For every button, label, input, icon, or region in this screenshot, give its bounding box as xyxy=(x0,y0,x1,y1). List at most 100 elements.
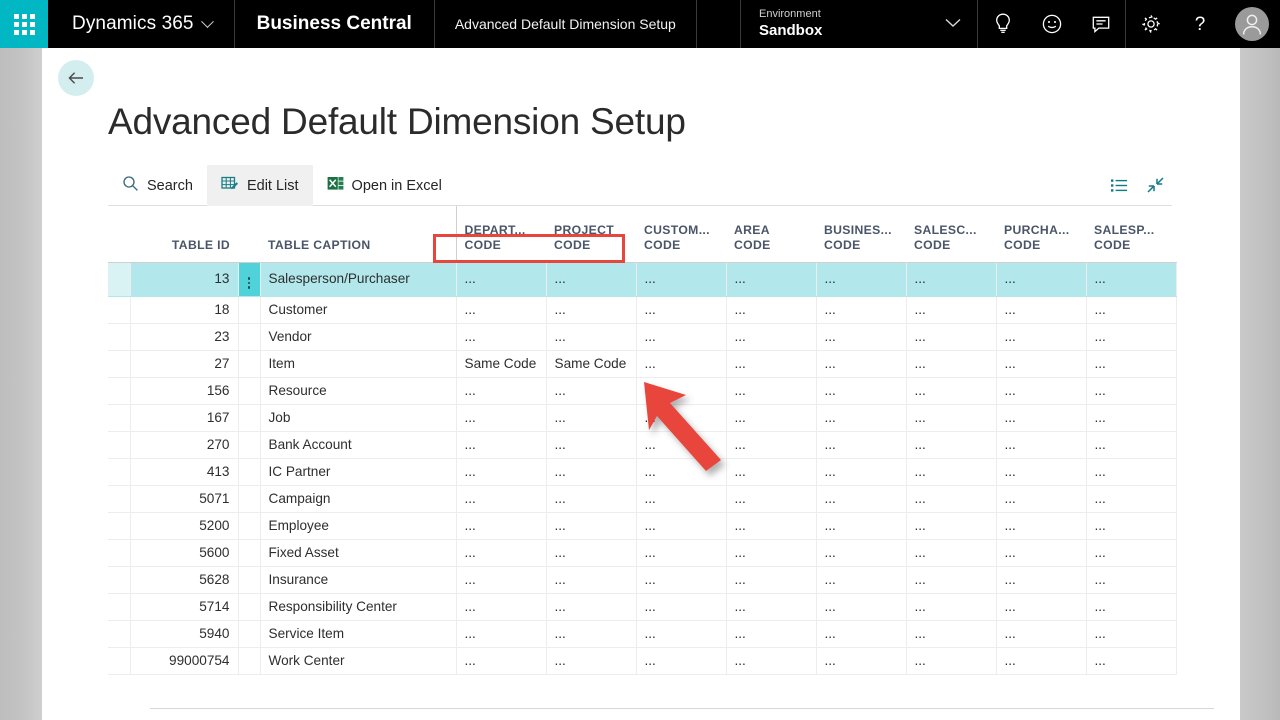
cell-dimension-2[interactable]: ... xyxy=(636,296,726,323)
cell-dimension-3[interactable]: ... xyxy=(726,377,816,404)
cell-dimension-6[interactable]: ... xyxy=(996,350,1086,377)
cell-table-id[interactable]: 5600 xyxy=(130,539,238,566)
table-row[interactable]: 156Resource........................ xyxy=(108,377,1176,404)
cell-dimension-5[interactable]: ... xyxy=(906,323,996,350)
row-menu-cell[interactable] xyxy=(238,296,260,323)
cell-dimension-4[interactable]: ... xyxy=(816,458,906,485)
app-launcher-button[interactable] xyxy=(0,0,48,48)
cell-dimension-7[interactable]: ... xyxy=(1086,296,1176,323)
cell-dimension-0[interactable]: Same Code xyxy=(456,350,546,377)
table-row[interactable]: 270Bank Account........................ xyxy=(108,431,1176,458)
row-select-cell[interactable] xyxy=(108,458,130,485)
cell-dimension-3[interactable]: ... xyxy=(726,485,816,512)
cell-table-id[interactable]: 18 xyxy=(130,296,238,323)
cell-dimension-1[interactable]: ... xyxy=(546,620,636,647)
cell-dimension-2[interactable]: ... xyxy=(636,262,726,296)
row-menu-cell[interactable] xyxy=(238,593,260,620)
cell-dimension-3[interactable]: ... xyxy=(726,620,816,647)
cell-dimension-2[interactable]: ... xyxy=(636,539,726,566)
back-button[interactable] xyxy=(58,60,94,96)
cell-dimension-7[interactable]: ... xyxy=(1086,350,1176,377)
header-table-caption[interactable]: TABLE CAPTION xyxy=(260,206,456,262)
cell-table-caption[interactable]: Vendor xyxy=(260,323,456,350)
row-select-cell[interactable] xyxy=(108,350,130,377)
cell-dimension-3[interactable]: ... xyxy=(726,262,816,296)
cell-dimension-4[interactable]: ... xyxy=(816,262,906,296)
header-businessgroup-code[interactable]: BUSINES... CODE xyxy=(816,206,906,262)
cell-dimension-0[interactable]: ... xyxy=(456,566,546,593)
cell-table-caption[interactable]: IC Partner xyxy=(260,458,456,485)
cell-dimension-3[interactable]: ... xyxy=(726,593,816,620)
edit-list-button[interactable]: Edit List xyxy=(207,165,313,206)
cell-dimension-0[interactable]: ... xyxy=(456,262,546,296)
row-select-cell[interactable] xyxy=(108,593,130,620)
table-row[interactable]: 5940Service Item........................ xyxy=(108,620,1176,647)
cell-dimension-6[interactable]: ... xyxy=(996,647,1086,674)
cell-table-id[interactable]: 5714 xyxy=(130,593,238,620)
cell-dimension-4[interactable]: ... xyxy=(816,350,906,377)
cell-dimension-6[interactable]: ... xyxy=(996,593,1086,620)
cell-dimension-5[interactable]: ... xyxy=(906,593,996,620)
cell-dimension-2[interactable]: ... xyxy=(636,431,726,458)
cell-table-caption[interactable]: Employee xyxy=(260,512,456,539)
row-menu-cell[interactable] xyxy=(238,647,260,674)
cell-dimension-3[interactable]: ... xyxy=(726,323,816,350)
row-select-cell[interactable] xyxy=(108,262,130,296)
table-row[interactable]: 18Customer........................ xyxy=(108,296,1176,323)
cell-dimension-6[interactable]: ... xyxy=(996,431,1086,458)
header-customergroup-code[interactable]: CUSTOM... CODE xyxy=(636,206,726,262)
cell-dimension-4[interactable]: ... xyxy=(816,539,906,566)
cell-dimension-1[interactable]: ... xyxy=(546,593,636,620)
cell-dimension-2[interactable]: ... xyxy=(636,566,726,593)
cell-table-caption[interactable]: Customer xyxy=(260,296,456,323)
cell-dimension-0[interactable]: ... xyxy=(456,296,546,323)
cell-dimension-1[interactable]: ... xyxy=(546,404,636,431)
cell-dimension-2[interactable]: ... xyxy=(636,512,726,539)
cell-table-caption[interactable]: Salesperson/Purchaser xyxy=(260,262,456,296)
cell-dimension-4[interactable]: ... xyxy=(816,647,906,674)
row-select-cell[interactable] xyxy=(108,377,130,404)
row-select-cell[interactable] xyxy=(108,647,130,674)
cell-dimension-6[interactable]: ... xyxy=(996,512,1086,539)
cell-table-caption[interactable]: Work Center xyxy=(260,647,456,674)
cell-dimension-3[interactable]: ... xyxy=(726,458,816,485)
cell-dimension-7[interactable]: ... xyxy=(1086,539,1176,566)
cell-dimension-3[interactable]: ... xyxy=(726,431,816,458)
cell-dimension-0[interactable]: ... xyxy=(456,539,546,566)
cell-dimension-6[interactable]: ... xyxy=(996,539,1086,566)
header-project-code[interactable]: PROJECT CODE xyxy=(546,206,636,262)
cell-table-caption[interactable]: Bank Account xyxy=(260,431,456,458)
row-menu-icon[interactable] xyxy=(248,270,251,296)
cell-dimension-2[interactable]: ... xyxy=(636,593,726,620)
cell-dimension-5[interactable]: ... xyxy=(906,431,996,458)
header-department-code[interactable]: DEPART... CODE xyxy=(456,206,546,262)
cell-dimension-4[interactable]: ... xyxy=(816,323,906,350)
cell-table-caption[interactable]: Responsibility Center xyxy=(260,593,456,620)
row-menu-cell[interactable] xyxy=(238,566,260,593)
table-row[interactable]: 5628Insurance........................ xyxy=(108,566,1176,593)
cell-table-id[interactable]: 23 xyxy=(130,323,238,350)
cell-dimension-7[interactable]: ... xyxy=(1086,566,1176,593)
cell-dimension-1[interactable]: ... xyxy=(546,431,636,458)
cell-dimension-7[interactable]: ... xyxy=(1086,323,1176,350)
cell-dimension-0[interactable]: ... xyxy=(456,458,546,485)
cell-dimension-5[interactable]: ... xyxy=(906,485,996,512)
cell-dimension-2[interactable]: ... xyxy=(636,377,726,404)
cell-dimension-3[interactable]: ... xyxy=(726,296,816,323)
environment-selector[interactable]: Environment Sandbox xyxy=(740,0,978,48)
cell-dimension-6[interactable]: ... xyxy=(996,620,1086,647)
cell-dimension-5[interactable]: ... xyxy=(906,620,996,647)
cell-dimension-0[interactable]: ... xyxy=(456,404,546,431)
cell-table-caption[interactable]: Insurance xyxy=(260,566,456,593)
header-salesperson-code[interactable]: SALESP... CODE xyxy=(1086,206,1176,262)
cell-table-id[interactable]: 167 xyxy=(130,404,238,431)
row-select-cell[interactable] xyxy=(108,539,130,566)
cell-dimension-7[interactable]: ... xyxy=(1086,377,1176,404)
cell-dimension-1[interactable]: ... xyxy=(546,485,636,512)
account-button[interactable] xyxy=(1224,0,1280,48)
cell-table-caption[interactable]: Item xyxy=(260,350,456,377)
header-salescampaign-code[interactable]: SALESC... CODE xyxy=(906,206,996,262)
smiley-icon-button[interactable] xyxy=(1027,0,1076,48)
cell-dimension-5[interactable]: ... xyxy=(906,458,996,485)
app-name-business-central[interactable]: Business Central xyxy=(235,0,435,48)
